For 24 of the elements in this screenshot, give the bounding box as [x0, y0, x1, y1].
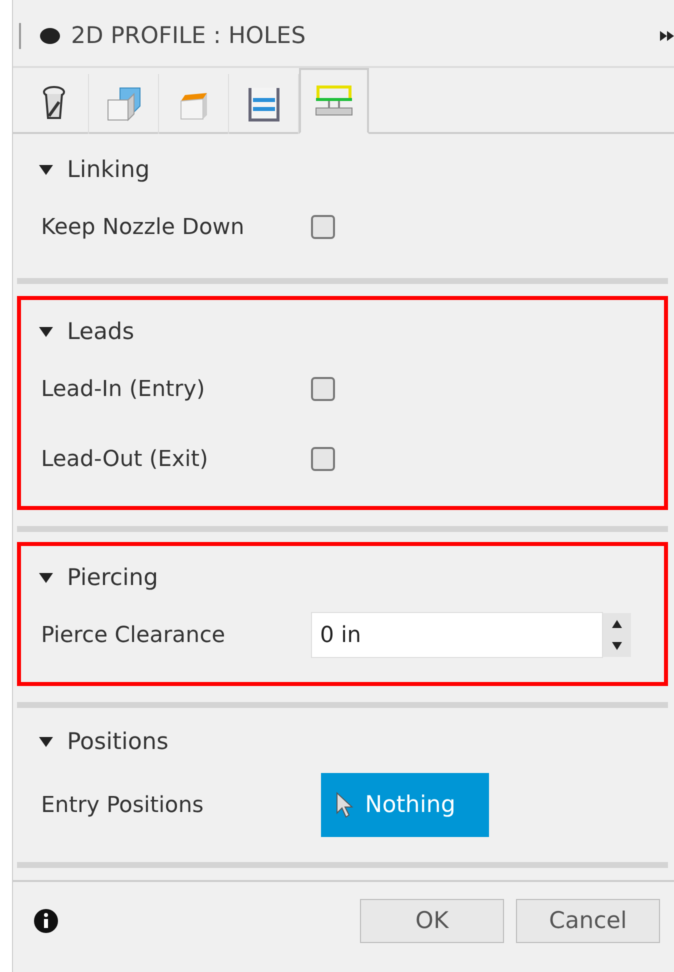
field-label: Lead-In (Entry): [41, 376, 206, 402]
dialog-button[interactable]: Cancel: [516, 899, 660, 943]
dialog-button[interactable]: OK: [360, 899, 504, 943]
number-field[interactable]: 0 in: [311, 612, 603, 658]
cursor-icon: [335, 791, 355, 819]
checkbox[interactable]: [311, 447, 335, 471]
field-label: Pierce Clearance: [41, 622, 226, 648]
info-icon[interactable]: [33, 908, 59, 934]
field-label: Lead-Out (Exit): [41, 446, 210, 472]
spin-up-icon[interactable]: [612, 620, 622, 628]
section-header[interactable]: Positions: [39, 720, 169, 764]
spin-down-icon[interactable]: [612, 642, 622, 650]
field-label: Keep Nozzle Down: [41, 214, 246, 240]
passes-icon: [246, 86, 282, 122]
checkbox[interactable]: [311, 377, 335, 401]
checkbox[interactable]: [311, 215, 335, 239]
section-header[interactable]: Piercing: [39, 556, 158, 600]
forward-icon[interactable]: [660, 30, 674, 42]
panel-title: 2D PROFILE : HOLES: [71, 23, 307, 49]
toolpath-icon: [39, 27, 61, 45]
linking-icon: [314, 84, 354, 118]
field-label: Entry Positions: [41, 792, 205, 818]
section-header[interactable]: Linking: [39, 148, 150, 192]
section-header[interactable]: Leads: [39, 310, 134, 354]
